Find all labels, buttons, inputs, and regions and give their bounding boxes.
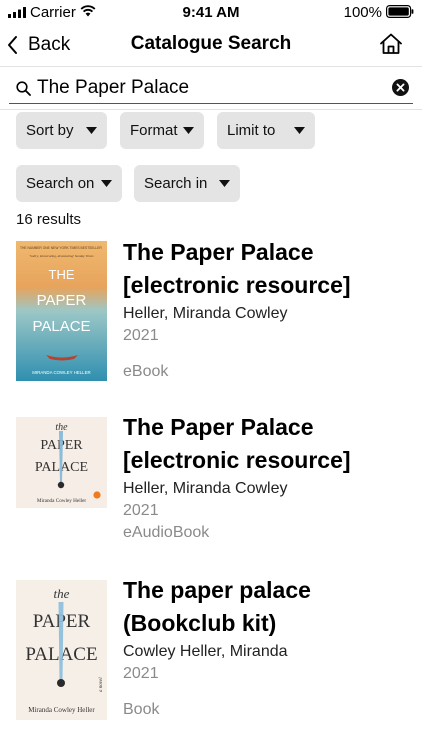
result-title: The paper palace (Bookclub kit) <box>123 577 311 636</box>
page-title: Catalogue Search <box>130 33 292 54</box>
result-info: The Paper Palace [electronic resource] H… <box>123 236 413 383</box>
chip-label: Format <box>130 122 178 139</box>
sort-by-dropdown[interactable]: Sort by <box>16 112 107 149</box>
caret-down-icon <box>294 127 305 134</box>
chip-label: Limit to <box>227 122 276 139</box>
status-bar: Carrier 9:41 AM 100% <box>0 0 422 24</box>
result-format: Book <box>123 701 160 718</box>
result-item[interactable]: the PAPER PALACE a novel Miranda Cowley … <box>0 574 422 750</box>
result-format: eBook <box>123 363 169 380</box>
caret-down-icon <box>183 127 194 134</box>
search-bar <box>0 66 422 110</box>
book-cover: THE NUMBER ONE NEW YORK TIMES BESTSELLER… <box>16 241 107 381</box>
caret-down-icon <box>219 180 230 187</box>
format-dropdown[interactable]: Format <box>120 112 204 149</box>
cover-side-text: a novel <box>99 677 104 692</box>
book-cover: the PAPER PALACE a novel Miranda Cowley … <box>16 580 107 720</box>
limit-to-dropdown[interactable]: Limit to <box>217 112 315 149</box>
result-year: 2021 <box>123 502 159 519</box>
cover-author: MIRANDA COWLEY HELLER <box>32 370 90 375</box>
caret-down-icon <box>86 127 97 134</box>
result-title: The Paper Palace [electronic resource] <box>123 414 351 473</box>
cover-author: Miranda Cowley Heller <box>37 498 87 504</box>
book-cover: the PAPER PALACE Miranda Cowley Heller <box>16 417 107 508</box>
cover-title-line: PAPER <box>37 292 87 309</box>
result-item[interactable]: the PAPER PALACE Miranda Cowley Heller T… <box>0 411 422 551</box>
cover-title-line: PALACE <box>32 318 90 335</box>
chip-label: Search in <box>144 175 208 192</box>
cover-top-text: THE NUMBER ONE NEW YORK TIMES BESTSELLER <box>20 246 102 250</box>
search-input[interactable] <box>37 74 382 102</box>
result-year: 2021 <box>123 665 159 682</box>
battery-icon <box>386 5 414 18</box>
result-author: Heller, Miranda Cowley <box>123 305 288 322</box>
search-on-dropdown[interactable]: Search on <box>16 165 122 202</box>
nav-bar: Back Catalogue Search <box>0 24 422 66</box>
clear-icon[interactable] <box>392 79 409 96</box>
home-icon[interactable] <box>378 31 404 57</box>
cover-author: Miranda Cowley Heller <box>28 706 95 714</box>
result-title: The Paper Palace [electronic resource] <box>123 239 351 298</box>
result-count: 16 results <box>16 211 82 228</box>
caret-down-icon <box>101 180 112 187</box>
search-field[interactable] <box>9 74 413 104</box>
cover-title-line: the <box>54 586 70 601</box>
cover-title-line: THE <box>49 267 75 282</box>
result-format: eAudioBook <box>123 524 210 541</box>
search-in-dropdown[interactable]: Search in <box>134 165 240 202</box>
result-item[interactable]: THE NUMBER ONE NEW YORK TIMES BESTSELLER… <box>0 236 422 386</box>
result-author: Heller, Miranda Cowley <box>123 480 288 497</box>
result-info: The paper palace (Bookclub kit) Cowley H… <box>123 574 413 721</box>
search-icon <box>16 81 31 96</box>
result-info: The Paper Palace [electronic resource] H… <box>123 411 413 544</box>
chip-label: Sort by <box>26 122 74 139</box>
chip-label: Search on <box>26 175 95 192</box>
result-year: 2021 <box>123 327 159 344</box>
result-author: Cowley Heller, Miranda <box>123 643 288 660</box>
battery-percent: 100% <box>343 4 382 21</box>
